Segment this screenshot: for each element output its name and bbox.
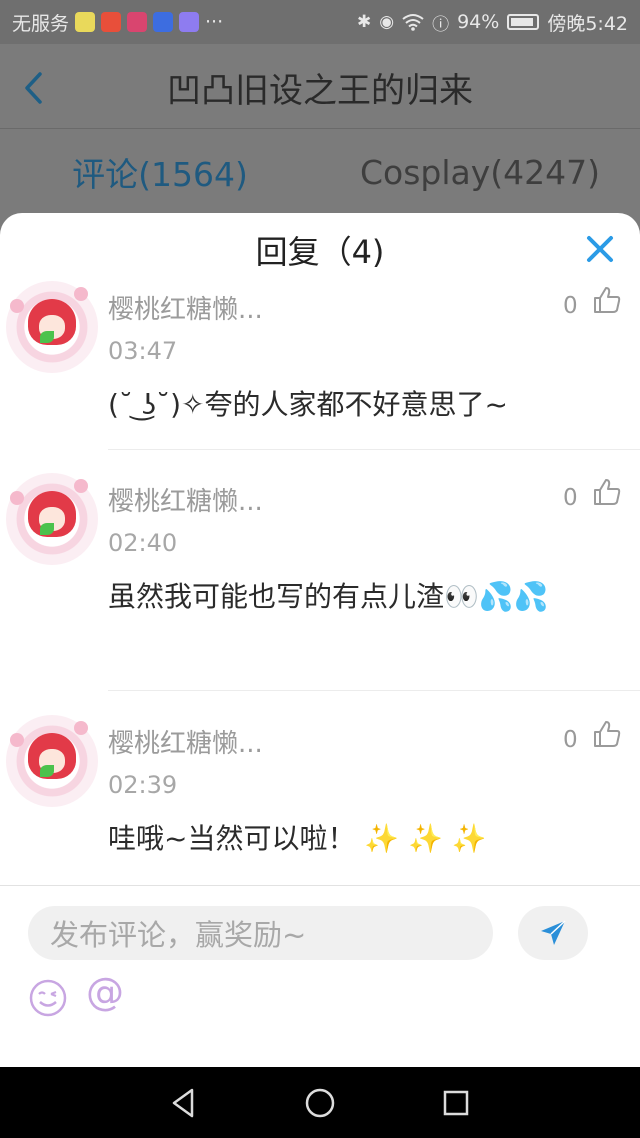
system-nav-bar <box>0 1067 640 1138</box>
bluetooth-icon: ✱ <box>357 12 372 32</box>
thumbs-up-icon[interactable] <box>592 719 622 749</box>
carrier-text: 无服务 <box>12 12 70 35</box>
more-notifications: ··· <box>205 11 224 33</box>
reply-item: 樱桃红糖懒... 02:39 0 哇哦~当然可以啦！ ✨ ✨ ✨ <box>0 715 640 885</box>
avatar[interactable] <box>6 473 98 565</box>
sheet-title: 回复（4) <box>255 233 385 271</box>
reply-content: (˘ ͜ʖ˘)✧夸的人家都不好意思了~ <box>108 388 508 421</box>
nav-home-icon[interactable] <box>302 1085 338 1121</box>
thumbs-up-icon[interactable] <box>592 477 622 507</box>
reply-username[interactable]: 樱桃红糖懒... <box>108 481 263 518</box>
nav-back-icon[interactable] <box>166 1085 202 1121</box>
reply-item: 樱桃红糖懒... 02:40 0 虽然我可能也写的有点儿渣👀💦💦 <box>0 473 640 687</box>
mention-button[interactable]: @ <box>86 970 124 1014</box>
baidu-icon <box>153 12 174 32</box>
alert-icon: ⓘ <box>432 14 450 35</box>
status-right: ✱ ◉ ⓘ 94% 傍晚5:42 <box>357 9 628 36</box>
back-arrow-icon <box>25 72 42 104</box>
reply-item: 樱桃红糖懒... 03:47 0 (˘ ͜ʖ˘)✧夸的人家都不好意思了~ <box>0 281 640 451</box>
page-header: 凹凸旧设之王的归来 <box>0 44 640 130</box>
avatar[interactable] <box>6 715 98 807</box>
reply-divider <box>108 690 640 691</box>
close-button[interactable] <box>580 229 620 269</box>
music-icon <box>179 12 200 32</box>
reply-content: 哇哦~当然可以啦！ ✨ ✨ ✨ <box>108 822 487 855</box>
emoji-icon[interactable] <box>28 978 68 1018</box>
tab-cosplay[interactable]: Cosplay(4247) <box>320 130 640 214</box>
send-button[interactable] <box>518 906 588 960</box>
header-divider <box>0 128 640 129</box>
status-bar: 无服务 ··· ✱ ◉ ⓘ 94% 傍晚5:42 <box>0 0 640 44</box>
comment-input[interactable]: 发布评论，赢奖励~ <box>28 906 493 960</box>
tab-bar: 评论(1564) Cosplay(4247) <box>0 130 640 214</box>
reply-time: 03:47 <box>108 337 178 365</box>
eye-icon: ◉ <box>379 12 395 32</box>
reply-time: 02:40 <box>108 529 178 557</box>
nav-recents-icon[interactable] <box>438 1085 474 1121</box>
reply-username[interactable]: 樱桃红糖懒... <box>108 723 263 760</box>
like-count: 0 <box>563 727 578 753</box>
clock: 傍晚5:42 <box>547 12 628 35</box>
close-icon <box>587 236 613 262</box>
reply-time: 02:39 <box>108 771 178 799</box>
back-button[interactable] <box>18 68 52 108</box>
app-notification-icon <box>75 12 96 32</box>
like-count: 0 <box>563 293 578 319</box>
app-notification-icon <box>101 12 122 32</box>
comment-bar: 发布评论，赢奖励~ @ <box>0 885 640 1067</box>
reply-username[interactable]: 樱桃红糖懒... <box>108 289 263 326</box>
page-title: 凹凸旧设之王的归来 <box>167 70 473 111</box>
wifi-icon <box>402 14 424 31</box>
avatar[interactable] <box>6 281 98 373</box>
battery-percent: 94% <box>457 11 500 33</box>
like-count: 0 <box>563 485 578 511</box>
thumbs-up-icon[interactable] <box>592 285 622 315</box>
send-icon <box>541 920 566 945</box>
reply-divider <box>108 449 640 450</box>
tab-comments[interactable]: 评论(1564) <box>0 130 320 214</box>
battery-icon <box>507 14 540 30</box>
status-left: 无服务 ··· <box>12 9 223 36</box>
reply-content: 虽然我可能也写的有点儿渣👀💦💦 <box>108 580 549 613</box>
app-notification-icon <box>127 12 148 32</box>
